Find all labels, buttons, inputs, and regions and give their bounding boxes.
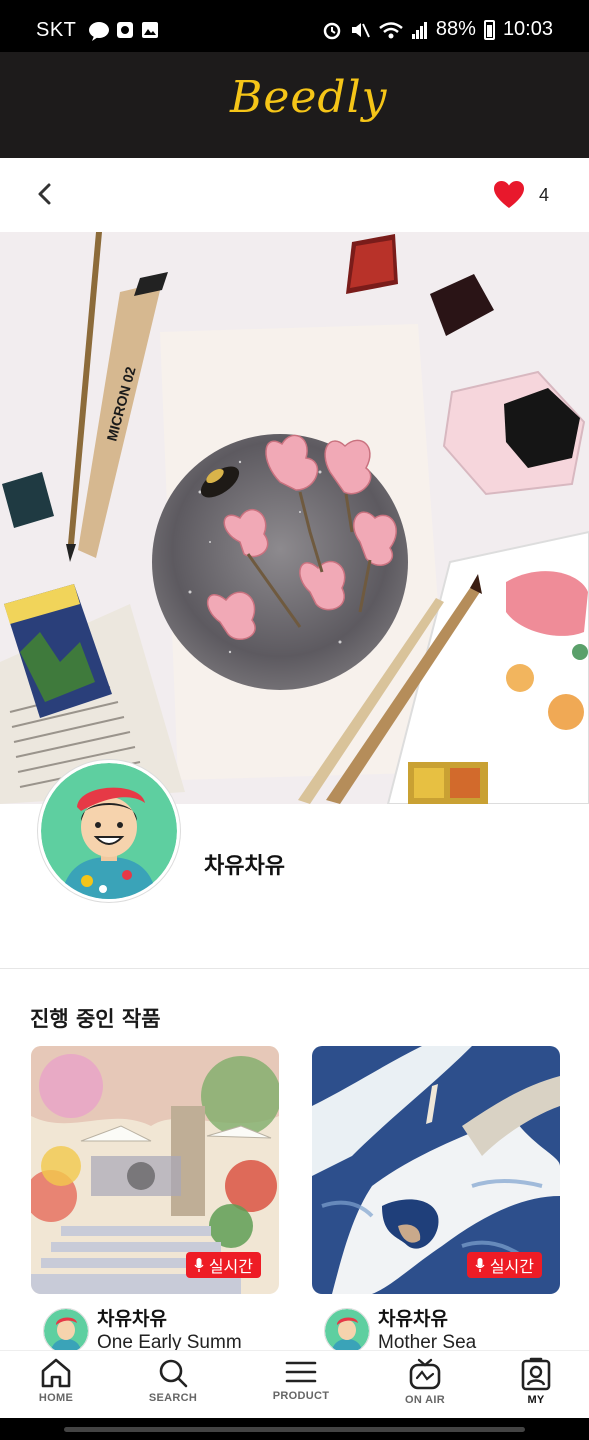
gallery-notification-icon <box>142 22 158 38</box>
work-artist[interactable]: 차유차유 <box>378 1304 448 1331</box>
nav-my-label: MY <box>527 1394 545 1406</box>
nav-search[interactable]: SEARCH <box>128 1357 218 1404</box>
section-title: 진행 중인 작품 <box>30 1007 161 1031</box>
live-badge-label: 실시간 <box>208 1257 253 1276</box>
work-thumbnail-image[interactable]: 실시간 <box>312 1046 560 1294</box>
nav-search-label: SEARCH <box>148 1392 198 1404</box>
work-card[interactable]: 실시간 차유차유 Mother Sea <box>312 1046 560 1354</box>
work-artist[interactable]: 차유차유 <box>97 1304 167 1331</box>
nav-home[interactable]: HOME <box>11 1357 101 1404</box>
status-bar: SKT 88% 10:03 <box>0 0 589 52</box>
profile-icon <box>521 1357 551 1391</box>
talk-notification-icon <box>89 22 109 41</box>
nav-product[interactable]: PRODUCT <box>256 1357 346 1402</box>
signal-icon <box>411 21 427 39</box>
cover-artwork-image: MICRON 02 <box>0 232 589 804</box>
heart-icon[interactable] <box>493 180 525 210</box>
artist-avatar[interactable] <box>43 1308 89 1354</box>
back-button[interactable] <box>30 178 62 210</box>
status-right: 88% 10:03 <box>322 18 553 41</box>
sub-header: 4 <box>0 158 589 232</box>
app-notification-icon <box>117 22 133 38</box>
carrier-label: SKT <box>36 19 77 41</box>
alarm-icon <box>323 22 341 39</box>
nav-my[interactable]: MY <box>491 1357 581 1406</box>
bottom-nav: HOME SEARCH PRODUCT ON AIR MY <box>0 1350 589 1418</box>
microphone-icon <box>475 1257 485 1272</box>
system-gesture-bar <box>0 1418 589 1440</box>
gesture-handle[interactable] <box>64 1427 525 1432</box>
nav-home-label: HOME <box>38 1392 74 1404</box>
work-card[interactable]: 실시간 차유차유 One Early Summ <box>31 1046 279 1354</box>
clock: 10:03 <box>502 18 553 40</box>
like-count: 4 <box>538 184 549 205</box>
microphone-icon <box>194 1257 204 1272</box>
work-meta: 차유차유 One Early Summ <box>31 1304 279 1354</box>
battery-percent: 88% <box>435 18 476 40</box>
battery-icon <box>483 19 495 40</box>
like-group[interactable]: 4 <box>493 180 549 210</box>
nav-on-air[interactable]: ON AIR <box>380 1357 470 1406</box>
artist-avatar[interactable] <box>324 1308 370 1354</box>
profile-name[interactable]: 차유차유 <box>204 848 285 880</box>
search-icon <box>159 1359 188 1388</box>
profile-avatar[interactable] <box>38 760 180 902</box>
home-icon <box>41 1358 71 1388</box>
live-badge-label: 실시간 <box>489 1257 534 1276</box>
nav-on-air-label: ON AIR <box>405 1394 445 1406</box>
menu-icon <box>285 1361 317 1383</box>
app-header: Beedly <box>0 52 589 158</box>
brand-logo[interactable]: Beedly <box>230 72 388 123</box>
tv-icon <box>409 1358 441 1390</box>
wifi-icon <box>379 21 403 38</box>
nav-product-label: PRODUCT <box>272 1390 330 1402</box>
live-badge: 실시간 <box>466 1252 542 1278</box>
work-thumbnail-image[interactable]: 실시간 <box>31 1046 279 1294</box>
mute-icon <box>351 22 370 37</box>
live-badge: 실시간 <box>185 1252 261 1278</box>
section-divider <box>0 968 589 969</box>
work-meta: 차유차유 Mother Sea <box>312 1304 560 1354</box>
